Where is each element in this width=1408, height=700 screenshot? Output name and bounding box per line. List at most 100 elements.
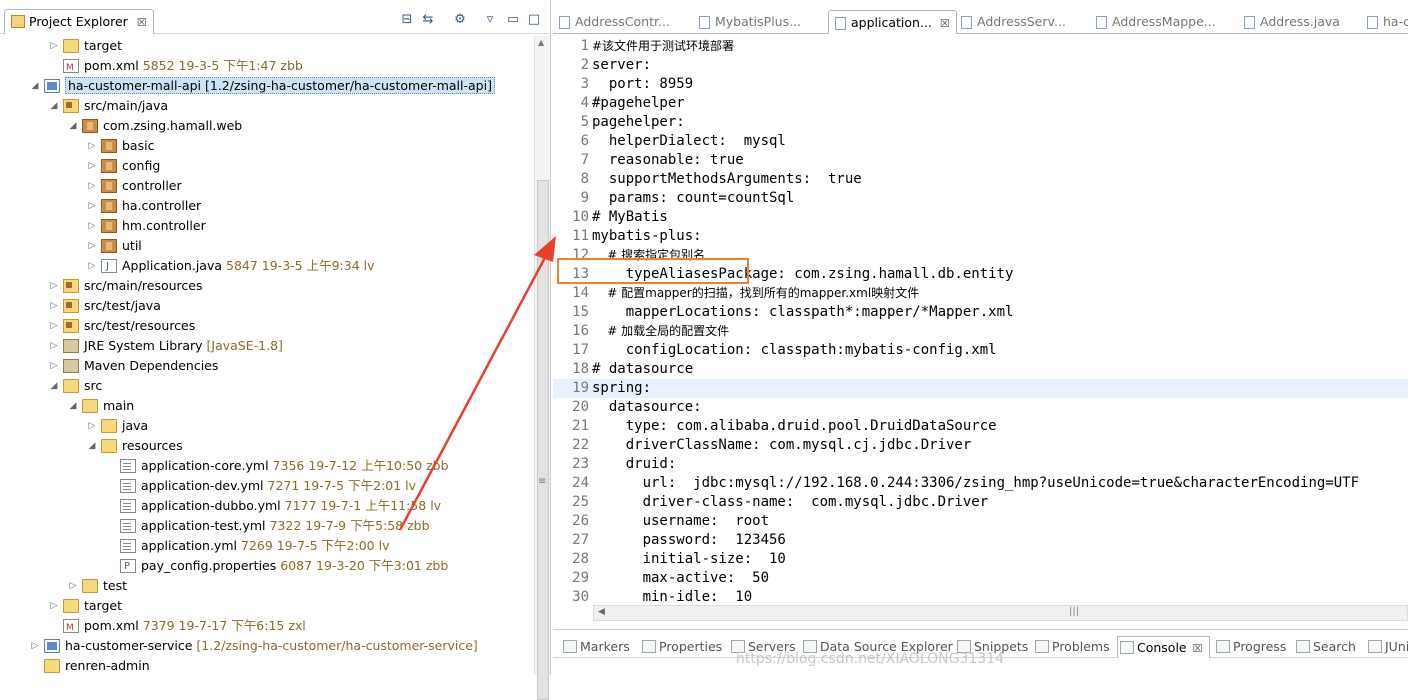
editor-tab[interactable]: AddressServ...	[955, 10, 1066, 34]
tree-item-decoration: 7356 19-7-12 上午10:50 zbb	[268, 458, 449, 473]
collapsed-arrow-icon[interactable]: ▷	[87, 136, 97, 156]
collapsed-arrow-icon[interactable]: ▷	[30, 636, 40, 656]
line-number: 8	[580, 171, 589, 187]
link-with-editor-icon[interactable]: ⇆	[420, 12, 436, 28]
collapsed-arrow-icon[interactable]: ▷	[49, 336, 59, 356]
expanded-arrow-icon[interactable]: ◢	[68, 116, 78, 136]
tree-item-label: src/test/resources	[84, 316, 195, 336]
code-line: 20 datasource:	[553, 398, 1408, 417]
code-line: 6 helperDialect: mysql	[553, 132, 1408, 151]
tree-item-label: main	[103, 396, 134, 416]
maximize-icon[interactable]: □	[526, 12, 542, 28]
editor-tab[interactable]: AddressContr...	[553, 10, 670, 34]
editor-tab[interactable]: AddressMappe...	[1090, 10, 1216, 34]
yml-icon	[120, 519, 136, 533]
minimize-icon[interactable]: ▭	[505, 12, 521, 28]
file-icon	[559, 16, 570, 29]
explorer-scrollbar[interactable]: ▲ ≡	[534, 36, 550, 700]
tree-item-label: target	[84, 36, 122, 56]
xml-icon	[63, 58, 79, 78]
code-line: 23 druid:	[553, 455, 1408, 474]
xml-icon	[63, 618, 79, 638]
expanded-arrow-icon[interactable]: ◢	[30, 76, 40, 96]
tree-item-label: util	[122, 236, 142, 256]
code-editor[interactable]: 1 #该文件用于测试环境部署 2 server: 3 port: 8959 4 #pageh…	[553, 35, 1408, 607]
view-tab[interactable]: Problems	[1033, 636, 1110, 658]
collapsed-arrow-icon[interactable]: ▷	[87, 236, 97, 256]
close-icon[interactable]: ☒	[137, 16, 147, 29]
pkg-icon	[101, 179, 117, 193]
code-text: # 加载全局的配置文件	[592, 324, 730, 338]
file-icon	[961, 16, 972, 29]
folder-icon	[101, 439, 117, 453]
srcf-icon	[63, 299, 79, 313]
editor-tab[interactable]: application... ☒	[828, 10, 957, 34]
editor-tab[interactable]: Address.java	[1238, 10, 1340, 34]
editor-tab[interactable]: MybatisPlus...	[693, 10, 801, 34]
editor-tab[interactable]: ha-c	[1361, 10, 1408, 34]
view-tab[interactable]: Properties	[640, 636, 722, 658]
close-icon[interactable]: ☒	[940, 17, 950, 30]
expanded-arrow-icon[interactable]: ◢	[68, 396, 78, 416]
expanded-arrow-icon[interactable]: ◢	[87, 436, 97, 456]
tree-item-name: java	[122, 418, 149, 433]
code-line: 26 username: root	[553, 512, 1408, 531]
scrollbar-thumb[interactable]	[537, 180, 549, 700]
tree-item-label: ha.controller	[122, 196, 201, 216]
tree-item-label: controller	[122, 176, 182, 196]
line-number: 3	[580, 76, 589, 92]
tree-item-name: hm.controller	[122, 218, 206, 233]
scroll-left-icon[interactable]: ◀	[598, 607, 605, 617]
filter-icon[interactable]: ⚙	[452, 12, 468, 28]
collapsed-arrow-icon[interactable]: ▷	[49, 36, 59, 56]
view-icon	[1120, 641, 1134, 654]
folder-icon	[82, 399, 98, 413]
collapsed-arrow-icon[interactable]: ▷	[87, 156, 97, 176]
srcf-icon	[63, 319, 79, 333]
collapsed-arrow-icon[interactable]: ▷	[87, 256, 97, 276]
collapsed-arrow-icon[interactable]: ▷	[49, 596, 59, 616]
code-text: mybatis-plus:	[592, 228, 702, 244]
scroll-up-icon[interactable]: ▲	[538, 38, 544, 47]
line-number: 2	[580, 57, 589, 73]
expanded-arrow-icon[interactable]: ◢	[49, 96, 59, 116]
tree-item-name: target	[84, 38, 123, 53]
collapsed-arrow-icon[interactable]: ▷	[49, 316, 59, 336]
line-number: 20	[572, 399, 589, 415]
explorer-title: Project Explorer	[29, 14, 128, 29]
tab-project-explorer[interactable]: Project Explorer ☒	[4, 9, 154, 34]
code-text: initial-size: 10	[592, 551, 786, 567]
tree-item-name: pom.xml	[84, 58, 139, 73]
code-line: 5 pagehelper:	[553, 113, 1408, 132]
collapsed-arrow-icon[interactable]: ▷	[87, 216, 97, 236]
editor-horizontal-scrollbar[interactable]: ◀ |||	[593, 605, 1408, 621]
line-number: 21	[572, 418, 589, 434]
collapsed-arrow-icon[interactable]: ▷	[49, 276, 59, 296]
code-line: 7 reasonable: true	[553, 151, 1408, 170]
collapsed-arrow-icon[interactable]: ▷	[68, 576, 78, 596]
tree-item-label: basic	[122, 136, 154, 156]
close-icon[interactable]: ☒	[1193, 642, 1203, 655]
tree-item-decoration: 7322 19-7-9 下午5:58 zbb	[265, 518, 430, 533]
line-number: 17	[572, 342, 589, 358]
line-number: 27	[572, 532, 589, 548]
expanded-arrow-icon[interactable]: ◢	[49, 376, 59, 396]
view-tab[interactable]: Search	[1294, 636, 1356, 658]
collapsed-arrow-icon[interactable]: ▷	[49, 356, 59, 376]
view-menu-icon[interactable]: ▿	[482, 12, 498, 28]
code-line: 4 #pagehelper	[553, 94, 1408, 113]
view-tab[interactable]: Console ☒	[1117, 636, 1210, 658]
collapsed-arrow-icon[interactable]: ▷	[49, 296, 59, 316]
code-text: url: jdbc:mysql://192.168.0.244:3306/zsi…	[592, 475, 1360, 491]
collapsed-arrow-icon[interactable]: ▷	[87, 176, 97, 196]
tree-item-label: test	[103, 576, 127, 596]
code-text: datasource:	[592, 399, 702, 415]
view-tab[interactable]: Progress	[1214, 636, 1286, 658]
collapse-all-icon[interactable]: ⊟	[399, 12, 415, 28]
view-tab[interactable]: Markers	[561, 636, 630, 658]
code-text: # 配置mapper的扫描，找到所有的mapper.xml映射文件	[592, 286, 920, 300]
collapsed-arrow-icon[interactable]: ▷	[87, 416, 97, 436]
view-tab[interactable]: JUnit	[1366, 636, 1408, 658]
tree-item-name: util	[122, 238, 142, 253]
collapsed-arrow-icon[interactable]: ▷	[87, 196, 97, 216]
